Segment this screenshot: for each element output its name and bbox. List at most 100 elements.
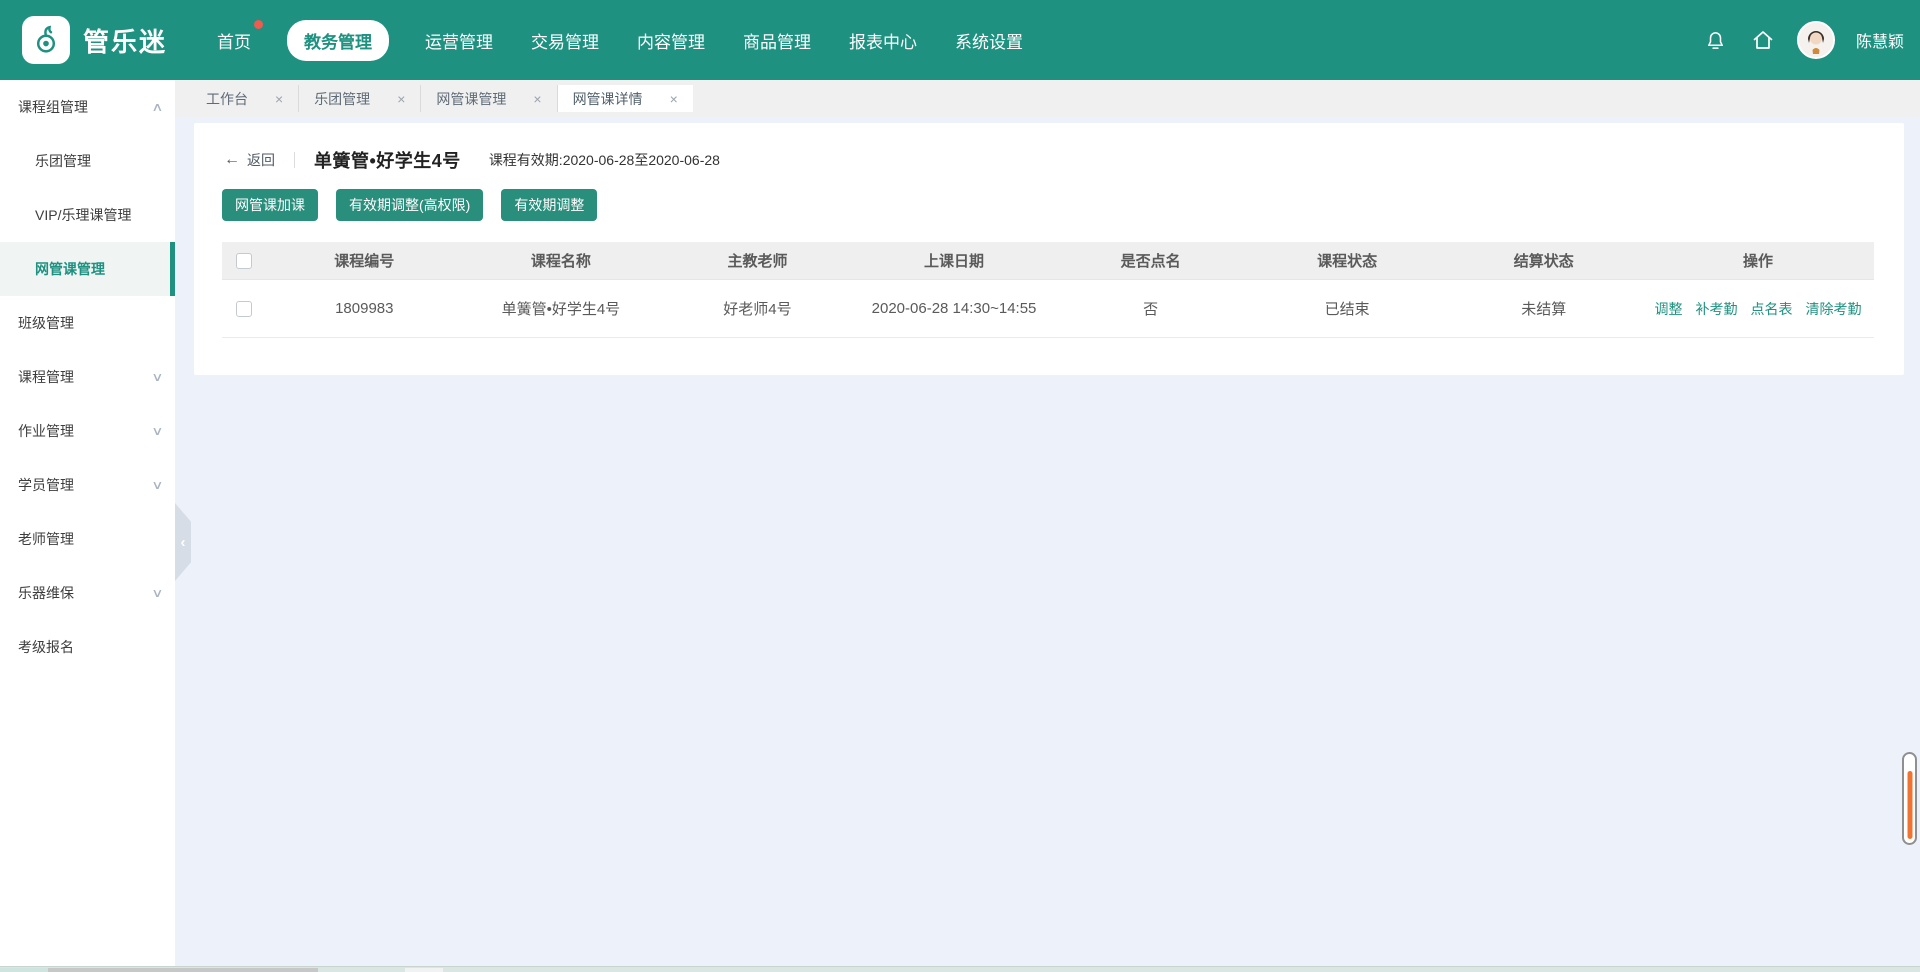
nav-menu-label: 报表中心 bbox=[849, 33, 917, 52]
nav-menu-item[interactable]: 交易管理 bbox=[529, 20, 601, 61]
table-header-columns: 课程编号 课程名称 主教老师 上课日期 是否点名 课程状态 结算状态 操作 bbox=[266, 250, 1874, 271]
detail-header: ← 返回 单簧管•好学生4号 课程有效期:2020-06-28至2020-06-… bbox=[224, 147, 720, 173]
course-title: 单簧管•好学生4号 bbox=[314, 147, 461, 173]
column-header: 结算状态 bbox=[1445, 250, 1642, 271]
action-button-row: 网管课加课 有效期调整(高权限) 有效期调整 bbox=[222, 189, 597, 221]
sidebar-item[interactable]: 乐团管理 bbox=[0, 134, 175, 188]
table-row: 1809983 单簧管•好学生4号 好老师4号 2020-06-28 14:30… bbox=[222, 280, 1874, 338]
chevron-icon: ∨ bbox=[151, 424, 163, 438]
page-tab[interactable]: 网管课管理 × bbox=[421, 85, 557, 112]
chevron-icon: ∨ bbox=[151, 370, 163, 384]
sidebar-item-label: 乐团管理 bbox=[35, 151, 91, 171]
sidebar-item-label: 考级报名 bbox=[18, 637, 74, 657]
row-checkbox[interactable] bbox=[236, 301, 252, 317]
sidebar-item[interactable]: 考级报名 bbox=[0, 620, 175, 674]
cell-date: 2020-06-28 14:30~14:55 bbox=[856, 300, 1053, 317]
sidebar-item[interactable]: VIP/乐理课管理 bbox=[0, 188, 175, 242]
back-button[interactable]: ← 返回 bbox=[224, 150, 275, 170]
nav-menu-label: 交易管理 bbox=[531, 33, 599, 52]
nav-menu-item[interactable]: 系统设置 bbox=[953, 20, 1025, 61]
nav-menu-item[interactable]: 商品管理 bbox=[741, 20, 813, 61]
page-tab[interactable]: 乐团管理 × bbox=[299, 85, 421, 112]
scroll-indicator-fill bbox=[1907, 771, 1912, 839]
cell-course-name: 单簧管•好学生4号 bbox=[463, 298, 660, 319]
column-header: 主教老师 bbox=[659, 250, 856, 271]
teal-action-button[interactable]: 有效期调整(高权限) bbox=[336, 189, 483, 221]
page-tab-label: 网管课详情 bbox=[573, 89, 643, 109]
nav-menu-item[interactable]: 运营管理 bbox=[423, 20, 495, 61]
cell-course-code: 1809983 bbox=[266, 300, 463, 317]
cell-rollcall: 否 bbox=[1052, 298, 1249, 319]
sidebar-item[interactable]: 作业管理 ∨ bbox=[0, 404, 175, 458]
bell-icon[interactable] bbox=[1703, 27, 1729, 53]
action-makeup-attendance[interactable]: 补考勤 bbox=[1696, 299, 1738, 319]
page-tab[interactable]: 网管课详情 × bbox=[558, 85, 693, 112]
sidebar-item-label: 网管课管理 bbox=[35, 259, 105, 279]
close-icon[interactable]: × bbox=[397, 91, 405, 107]
page-tab-label: 乐团管理 bbox=[314, 89, 370, 109]
nav-menu-label: 运营管理 bbox=[425, 33, 493, 52]
action-rollcall-sheet[interactable]: 点名表 bbox=[1751, 299, 1793, 319]
page-tab[interactable]: 工作台 × bbox=[191, 85, 299, 112]
action-adjust[interactable]: 调整 bbox=[1655, 299, 1683, 319]
button-label: 网管课加课 bbox=[235, 195, 305, 215]
column-header: 课程状态 bbox=[1249, 250, 1446, 271]
sidebar-item[interactable]: 学员管理 ∨ bbox=[0, 458, 175, 512]
sidebar-item-label: 班级管理 bbox=[18, 313, 74, 333]
course-table: 课程编号 课程名称 主教老师 上课日期 是否点名 课程状态 结算状态 操作 bbox=[222, 242, 1874, 338]
nav-menu-item[interactable]: 首页 bbox=[215, 20, 253, 61]
horizontal-scrollbar-thumb[interactable] bbox=[48, 968, 318, 972]
cell-settlement: 未结算 bbox=[1445, 298, 1642, 319]
action-clear-attendance[interactable]: 清除考勤 bbox=[1806, 299, 1862, 319]
back-arrow-icon: ← bbox=[224, 151, 240, 169]
vertical-scroll-indicator[interactable] bbox=[1902, 752, 1917, 845]
header-checkbox-cell bbox=[222, 253, 266, 269]
sidebar-item[interactable]: 课程管理 ∨ bbox=[0, 350, 175, 404]
sidebar-item[interactable]: 网管课管理 bbox=[0, 242, 175, 296]
teal-action-button[interactable]: 有效期调整 bbox=[501, 189, 597, 221]
sidebar-item-label: 作业管理 bbox=[18, 421, 74, 441]
cell-teacher: 好老师4号 bbox=[659, 298, 856, 319]
column-header: 课程编号 bbox=[266, 250, 463, 271]
sidebar-item[interactable]: 班级管理 bbox=[0, 296, 175, 350]
button-label: 有效期调整 bbox=[514, 195, 584, 215]
sidebar-item-label: 学员管理 bbox=[18, 475, 74, 495]
nav-menu-label: 内容管理 bbox=[637, 33, 705, 52]
page-tab-label: 工作台 bbox=[206, 89, 248, 109]
nav-menu-item[interactable]: 教务管理 bbox=[287, 20, 389, 61]
top-navbar: 管乐迷 首页 教务管理 运营管理 交易管理 内容管理 bbox=[0, 0, 1920, 80]
nav-menu-label: 系统设置 bbox=[955, 33, 1023, 52]
course-detail-card: ← 返回 单簧管•好学生4号 课程有效期:2020-06-28至2020-06-… bbox=[194, 123, 1904, 375]
open-tabs-bar: 工作台 × 乐团管理 × 网管课管理 × 网管课详情 × bbox=[175, 80, 1920, 117]
sidebar: 课程组管理 ∧ 乐团管理 VIP/乐理课管理 网管课管理 班级管理 课程管理 ∨… bbox=[0, 80, 175, 966]
home-icon[interactable] bbox=[1750, 27, 1776, 53]
nav-menu-label: 商品管理 bbox=[743, 33, 811, 52]
close-icon[interactable]: × bbox=[275, 91, 283, 107]
close-icon[interactable]: × bbox=[533, 91, 541, 107]
close-icon[interactable]: × bbox=[670, 91, 678, 107]
teal-action-button[interactable]: 网管课加课 bbox=[222, 189, 318, 221]
table-body: 1809983 单簧管•好学生4号 好老师4号 2020-06-28 14:30… bbox=[222, 280, 1874, 338]
app-logo[interactable] bbox=[22, 16, 70, 64]
scrollbar-segment bbox=[405, 968, 443, 972]
sidebar-item[interactable]: 课程组管理 ∧ bbox=[0, 80, 175, 134]
row-actions: 调整 补考勤 点名表 清除考勤 bbox=[1642, 299, 1874, 319]
table-header-row: 课程编号 课程名称 主教老师 上课日期 是否点名 课程状态 结算状态 操作 bbox=[222, 242, 1874, 280]
logo-icon bbox=[29, 23, 63, 57]
header-divider bbox=[294, 152, 295, 168]
nav-menu-item[interactable]: 内容管理 bbox=[635, 20, 707, 61]
sidebar-item[interactable]: 老师管理 bbox=[0, 512, 175, 566]
chevron-icon: ∨ bbox=[151, 586, 163, 600]
sidebar-item-label: 老师管理 bbox=[18, 529, 74, 549]
user-name[interactable]: 陈慧颖 bbox=[1856, 28, 1904, 52]
brand-title: 管乐迷 bbox=[83, 22, 167, 59]
select-all-checkbox[interactable] bbox=[236, 253, 252, 269]
back-label: 返回 bbox=[247, 150, 275, 170]
nav-menu-label: 首页 bbox=[217, 33, 251, 52]
user-avatar[interactable] bbox=[1797, 21, 1835, 59]
navbar-right: 陈慧颖 bbox=[1703, 21, 1904, 59]
sidebar-item[interactable]: 乐器维保 ∨ bbox=[0, 566, 175, 620]
nav-menu-item[interactable]: 报表中心 bbox=[847, 20, 919, 61]
chevron-icon: ∨ bbox=[151, 478, 163, 492]
course-validity: 课程有效期:2020-06-28至2020-06-28 bbox=[489, 150, 720, 170]
